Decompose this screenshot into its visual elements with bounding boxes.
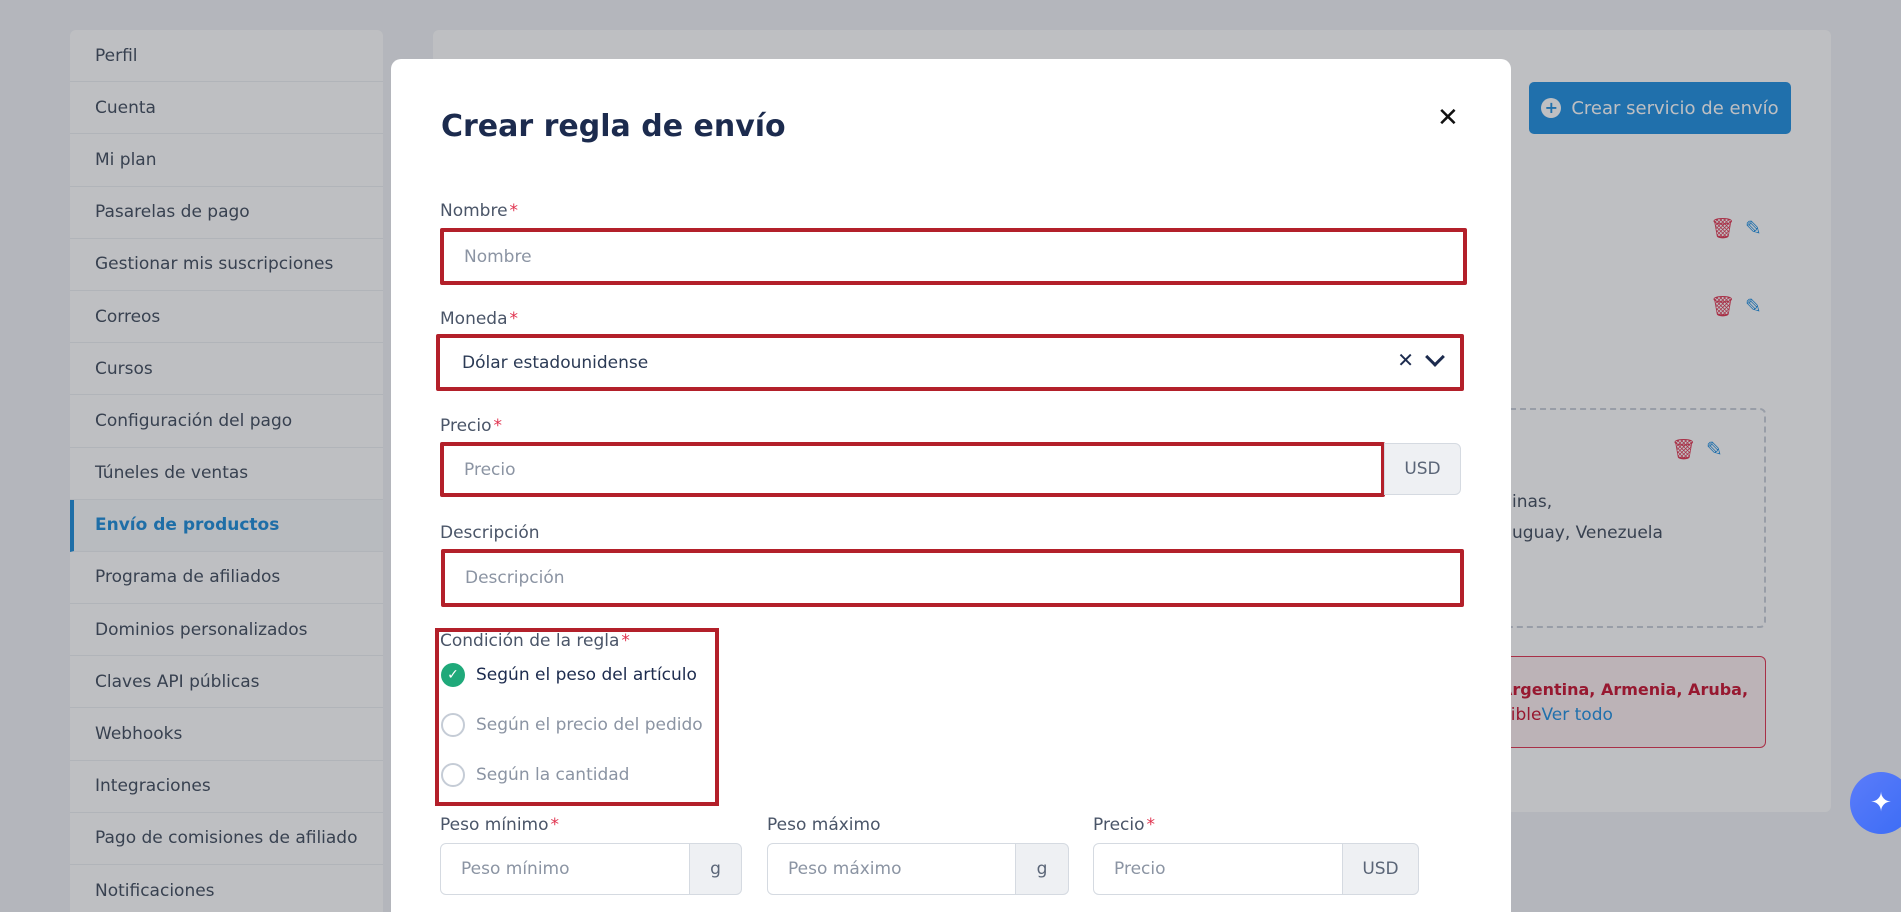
max-weight-input[interactable] xyxy=(767,843,1016,895)
currency-selected-value: Dólar estadounidense xyxy=(462,352,649,373)
radio-by-quantity-label: Según la cantidad xyxy=(476,765,630,785)
radio-by-order-price[interactable]: Según el precio del pedido xyxy=(441,713,703,737)
radio-by-quantity[interactable]: Según la cantidad xyxy=(441,763,629,787)
radio-by-weight-label: Según el peso del artículo xyxy=(476,665,697,685)
name-label: Nombre * xyxy=(440,201,519,221)
close-icon[interactable]: ✕ xyxy=(1437,103,1459,133)
description-label: Descripción xyxy=(440,523,540,543)
radio-empty-icon xyxy=(441,763,465,787)
min-weight-input[interactable] xyxy=(440,843,690,895)
currency-label: Moneda * xyxy=(440,309,519,329)
sparkle-icon: ✦ xyxy=(1870,788,1892,818)
name-input[interactable] xyxy=(440,228,1467,285)
row-price-input[interactable] xyxy=(1093,843,1343,895)
radio-by-order-price-label: Según el precio del pedido xyxy=(476,715,703,735)
row-price-label: Precio * xyxy=(1093,815,1155,835)
price-currency-addon: USD xyxy=(1384,443,1461,495)
max-weight-unit-addon: g xyxy=(1015,843,1069,895)
min-weight-unit-addon: g xyxy=(689,843,742,895)
description-input[interactable] xyxy=(441,549,1464,607)
radio-by-weight[interactable]: ✓ Según el peso del artículo xyxy=(441,663,697,687)
currency-select[interactable]: Dólar estadounidense ✕ xyxy=(436,334,1464,391)
price-input[interactable] xyxy=(440,442,1385,497)
clear-icon[interactable]: ✕ xyxy=(1397,348,1414,372)
max-weight-label: Peso máximo xyxy=(767,815,881,835)
radio-empty-icon xyxy=(441,713,465,737)
check-icon: ✓ xyxy=(441,663,465,687)
modal-title: Crear regla de envío xyxy=(441,109,786,144)
row-price-currency-addon: USD xyxy=(1342,843,1419,895)
price-label: Precio * xyxy=(440,416,502,436)
min-weight-label: Peso mínimo * xyxy=(440,815,560,835)
rule-condition-label: Condición de la regla * xyxy=(440,631,630,651)
chevron-down-icon[interactable] xyxy=(1425,347,1445,367)
